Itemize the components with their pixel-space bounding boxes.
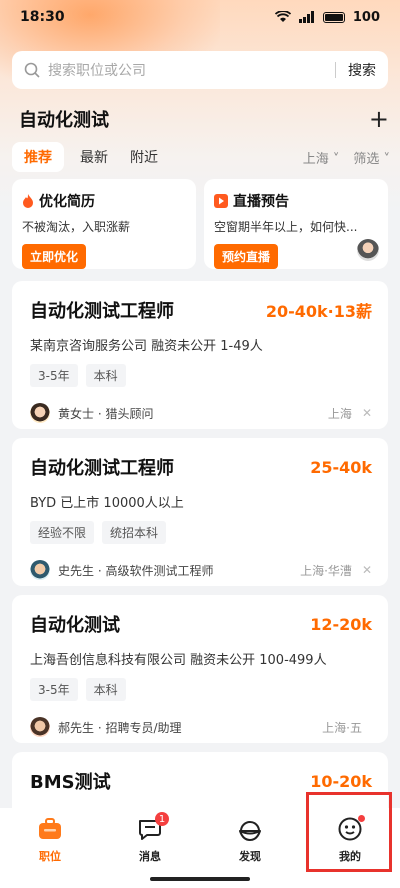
filter-label: 筛选 <box>353 151 380 167</box>
promo-title: 优化简历 <box>39 194 95 210</box>
job-location: 上海·五 <box>322 720 362 735</box>
signal-icon <box>298 11 314 23</box>
job-title: 自动化测试 <box>30 615 120 636</box>
add-icon[interactable]: + <box>369 107 389 131</box>
job-tag: 经验不限 <box>30 521 95 544</box>
search-input[interactable]: 搜索职位或公司 <box>48 60 335 80</box>
wifi-icon <box>274 11 291 22</box>
recruiter-info: 黄女士 · 猎头顾问 <box>58 406 154 421</box>
promo-title: 直播预告 <box>233 194 289 210</box>
avatar <box>30 717 50 737</box>
job-salary: 20-40k·13薪 <box>265 302 372 321</box>
tab-latest[interactable]: 最新 <box>80 142 108 172</box>
nav-label: 消息 <box>139 850 161 863</box>
title-row: 自动化测试 + <box>19 106 389 132</box>
discover-icon <box>239 821 261 841</box>
nav-messages[interactable]: 1 消息 <box>100 808 200 888</box>
divider <box>335 62 336 78</box>
briefcase-icon <box>39 818 61 839</box>
company-info: BYD 已上市 10000人以上 <box>30 496 184 511</box>
battery-level: 100 <box>352 9 380 25</box>
nav-jobs[interactable]: 职位 <box>0 808 100 888</box>
close-icon[interactable]: ✕ <box>362 563 372 577</box>
host-avatar <box>357 239 379 261</box>
company-info: 某南京咨询服务公司 融资未公开 1-49人 <box>30 339 263 354</box>
search-bar[interactable]: 搜索职位或公司 搜索 <box>12 51 388 89</box>
filter-button[interactable]: 筛选 ˅ <box>353 148 390 167</box>
avatar <box>30 560 50 580</box>
unread-badge: 1 <box>155 812 169 826</box>
tab-recommend[interactable]: 推荐 <box>12 142 64 172</box>
company-info: 上海吾创信息科技有限公司 融资未公开 100-499人 <box>30 653 327 668</box>
city-label: 上海 <box>302 151 329 167</box>
search-icon <box>24 62 40 78</box>
optimize-button[interactable]: 立即优化 <box>22 244 87 269</box>
job-tag: 本科 <box>85 678 126 701</box>
status-time: 18:30 <box>20 9 65 25</box>
promo-card-resume[interactable]: 优化简历 不被淘汰，入职涨薪 立即优化 <box>12 179 196 269</box>
nav-discover[interactable]: 发现 <box>200 808 300 888</box>
reserve-button[interactable]: 预约直播 <box>214 244 279 269</box>
avatar <box>30 403 50 423</box>
chevron-down-icon: ˅ <box>379 151 390 167</box>
nav-label: 职位 <box>39 850 61 863</box>
job-salary: 25-40k <box>310 457 372 477</box>
job-tag: 3-5年 <box>30 364 78 387</box>
tab-nearby[interactable]: 附近 <box>130 142 158 172</box>
play-icon <box>214 194 228 208</box>
job-tag: 统招本科 <box>102 521 167 544</box>
job-card[interactable]: 自动化测试工程师 25-40k BYD 已上市 10000人以上 经验不限 统招… <box>12 438 388 586</box>
job-title: 自动化测试工程师 <box>30 458 174 479</box>
highlight-box <box>306 792 392 872</box>
job-title: 自动化测试工程师 <box>30 301 174 322</box>
chevron-down-icon: ˅ <box>328 151 340 167</box>
job-card[interactable]: 自动化测试工程师 20-40k·13薪 某南京咨询服务公司 融资未公开 1-49… <box>12 281 388 429</box>
job-location: 上海 <box>327 406 352 421</box>
job-title: BMS测试 <box>30 772 111 793</box>
nav-label: 发现 <box>239 850 261 863</box>
job-tag: 本科 <box>85 364 126 387</box>
job-salary: 10-20k <box>310 771 372 791</box>
home-indicator <box>150 877 250 881</box>
promo-desc: 空窗期半年以上，如何快... <box>214 220 358 234</box>
status-bar: 18:30 100 <box>0 0 400 34</box>
battery-icon <box>322 11 345 23</box>
flame-icon <box>23 194 33 208</box>
promo-card-live[interactable]: 直播预告 空窗期半年以上，如何快... 预约直播 <box>204 179 388 269</box>
page-title: 自动化测试 <box>19 110 109 131</box>
job-card[interactable]: 自动化测试 12-20k 上海吾创信息科技有限公司 融资未公开 100-499人… <box>12 595 388 743</box>
job-tag: 3-5年 <box>30 678 78 701</box>
recruiter-info: 史先生 · 高级软件测试工程师 <box>58 563 214 578</box>
close-icon[interactable]: ✕ <box>362 406 372 420</box>
city-filter[interactable]: 上海 ˅ <box>303 148 340 167</box>
search-button[interactable]: 搜索 <box>348 60 376 80</box>
job-location: 上海·华漕 <box>300 563 352 578</box>
promo-desc: 不被淘汰，入职涨薪 <box>22 220 131 234</box>
job-salary: 12-20k <box>310 614 372 634</box>
recruiter-info: 郝先生 · 招聘专员/助理 <box>58 720 182 735</box>
tab-bar: 推荐 最新 附近 上海 ˅ 筛选 ˅ <box>12 142 390 172</box>
